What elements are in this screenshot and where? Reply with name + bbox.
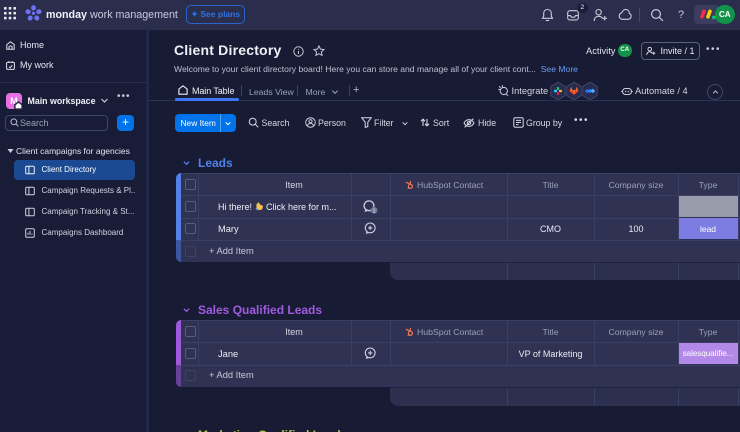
svg-text:1: 1 <box>372 208 375 214</box>
